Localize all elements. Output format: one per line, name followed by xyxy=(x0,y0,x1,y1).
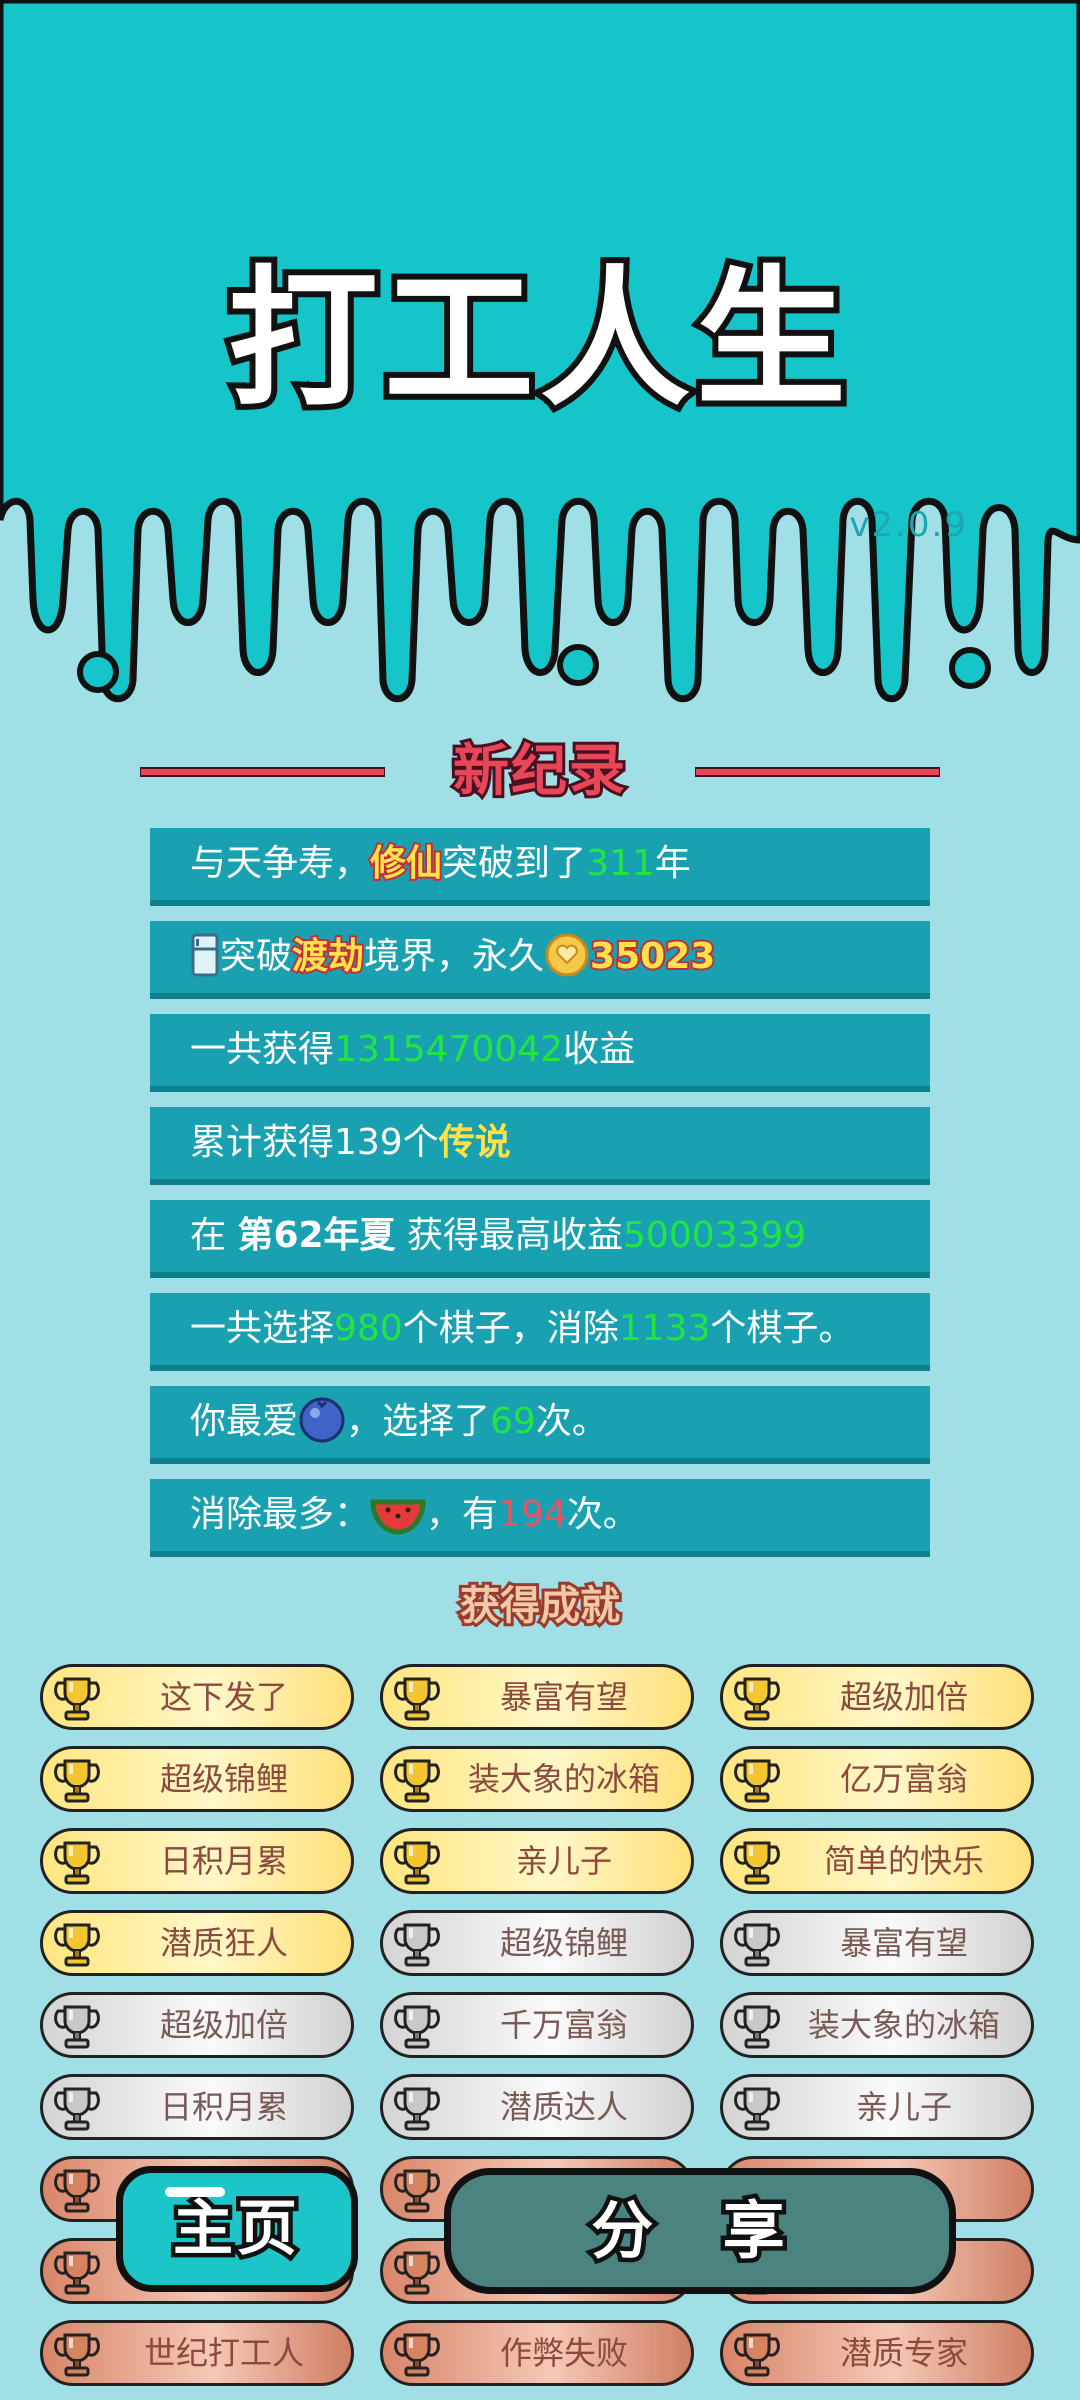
record-row-legends: 累计获得139个传说 xyxy=(150,1107,930,1185)
trophy-icon xyxy=(54,2169,100,2213)
trophy-icon xyxy=(54,1677,100,1721)
button-shine xyxy=(165,2187,225,2197)
watermelon-icon xyxy=(370,1499,426,1535)
achievement-label: 亲儿子 xyxy=(855,2088,952,2126)
trophy-icon xyxy=(734,2087,780,2131)
achievement-badge[interactable]: 潜质狂人 xyxy=(40,1910,354,1976)
trophy-icon xyxy=(394,1759,440,1803)
new-record-title: 新纪录 xyxy=(450,736,628,807)
trophy-icon xyxy=(394,2169,440,2213)
trophy-icon xyxy=(734,1923,780,1967)
achievement-badge[interactable]: 亲儿子 xyxy=(380,1828,694,1894)
achievement-badge[interactable]: 超级锦鲤 xyxy=(380,1910,694,1976)
achievement-label: 潜质狂人 xyxy=(159,1924,288,1962)
achievement-badge[interactable]: 暴富有望 xyxy=(380,1664,694,1730)
trophy-icon xyxy=(54,1923,100,1967)
achievement-badge[interactable]: 暴富有望 xyxy=(720,1910,1034,1976)
header-banner: 打工人生 v2.0.9 xyxy=(0,0,1080,720)
trophy-icon xyxy=(394,2333,440,2377)
achievement-badge[interactable]: 作弊失败 xyxy=(380,2320,694,2386)
trophy-icon xyxy=(394,2087,440,2131)
trophy-icon xyxy=(734,1841,780,1885)
achievement-label: 这下发了 xyxy=(159,1678,288,1716)
achievement-badge[interactable]: 潜质达人 xyxy=(380,2074,694,2140)
record-row-pieces: 一共选择980个棋子，消除1133个棋子。 xyxy=(150,1293,930,1371)
achievement-badge[interactable]: 亲儿子 xyxy=(720,2074,1034,2140)
achievement-label: 日积月累 xyxy=(159,2088,288,2126)
achievement-label: 作弊失败 xyxy=(499,2334,628,2372)
game-title: 打工人生 xyxy=(222,247,852,433)
achievement-label: 超级加倍 xyxy=(839,1678,968,1716)
achievement-badge[interactable]: 日积月累 xyxy=(40,2074,354,2140)
achievement-label: 暴富有望 xyxy=(839,1924,968,1962)
achievement-label: 日积月累 xyxy=(159,1842,288,1880)
achievement-label: 千万富翁 xyxy=(499,2006,628,2044)
blueberry-icon xyxy=(299,1397,345,1443)
achievement-label: 超级加倍 xyxy=(159,2006,288,2044)
achievement-label: 超级锦鲤 xyxy=(159,1760,288,1798)
achievement-label: 世纪打工人 xyxy=(143,2334,304,2372)
achievement-badge[interactable]: 日积月累 xyxy=(40,1828,354,1894)
trophy-icon xyxy=(734,1759,780,1803)
record-row-most-eliminated: 消除最多： ，有194次。 xyxy=(150,1479,930,1557)
trophy-icon xyxy=(54,1759,100,1803)
achievement-badge[interactable]: 简单的快乐 xyxy=(720,1828,1034,1894)
achievement-label: 亲儿子 xyxy=(515,1842,612,1880)
record-row-realm: 突破渡劫境界，永久 35023 xyxy=(150,921,930,999)
trophy-icon xyxy=(394,1677,440,1721)
home-button[interactable]: 主页 xyxy=(116,2166,358,2292)
achievement-badge[interactable]: 亿万富翁 xyxy=(720,1746,1034,1812)
new-record-header: 新纪录 xyxy=(140,736,940,807)
trophy-icon xyxy=(734,2005,780,2049)
record-row-favorite: 你最爱 ，选择了69次。 xyxy=(150,1386,930,1464)
achievement-badge[interactable]: 超级加倍 xyxy=(720,1664,1034,1730)
achievement-badge[interactable]: 世纪打工人 xyxy=(40,2320,354,2386)
achievements-title: 获得成就 xyxy=(457,1580,623,1632)
version-label: v2.0.9 xyxy=(849,505,968,545)
record-row-total-income: 一共获得1315470042收益 xyxy=(150,1014,930,1092)
achievement-badge[interactable]: 超级锦鲤 xyxy=(40,1746,354,1812)
trophy-icon xyxy=(54,1841,100,1885)
achievement-badge[interactable]: 千万富翁 xyxy=(380,1992,694,2058)
achievement-badge[interactable]: 超级加倍 xyxy=(40,1992,354,2058)
trophy-icon xyxy=(734,1677,780,1721)
achievement-label: 超级锦鲤 xyxy=(499,1924,628,1962)
achievement-label: 亿万富翁 xyxy=(839,1760,968,1798)
trophy-icon xyxy=(394,1841,440,1885)
achievement-badge[interactable]: 这下发了 xyxy=(40,1664,354,1730)
achievement-label: 潜质专家 xyxy=(839,2334,968,2372)
achievement-badge[interactable]: 装大象的冰箱 xyxy=(720,1992,1034,2058)
trophy-icon xyxy=(54,2251,100,2295)
achievement-label: 简单的快乐 xyxy=(823,1842,984,1880)
achievement-label: 装大象的冰箱 xyxy=(467,1760,660,1798)
achievement-badge[interactable]: 潜质专家 xyxy=(720,2320,1034,2386)
share-button-label: 分 享 xyxy=(587,2190,809,2272)
trophy-icon xyxy=(394,1923,440,1967)
share-button[interactable]: 分 享 xyxy=(444,2168,956,2294)
record-row-lifespan: 与天争寿，修仙突破到了311年 xyxy=(150,828,930,906)
achievement-label: 装大象的冰箱 xyxy=(807,2006,1000,2044)
achievement-label: 暴富有望 xyxy=(499,1678,628,1716)
heart-coin-icon xyxy=(545,933,589,977)
trophy-icon xyxy=(394,2005,440,2049)
home-button-label: 主页 xyxy=(169,2190,302,2269)
trophy-icon xyxy=(54,2005,100,2049)
achievement-badge[interactable]: 装大象的冰箱 xyxy=(380,1746,694,1812)
trophy-icon xyxy=(54,2333,100,2377)
achievement-label: 潜质达人 xyxy=(499,2088,628,2126)
trophy-icon xyxy=(54,2087,100,2131)
trophy-icon xyxy=(734,2333,780,2377)
fridge-icon xyxy=(191,933,219,977)
trophy-icon xyxy=(394,2251,440,2295)
record-row-best-income: 在 第62年夏 获得最高收益50003399 xyxy=(150,1200,930,1278)
